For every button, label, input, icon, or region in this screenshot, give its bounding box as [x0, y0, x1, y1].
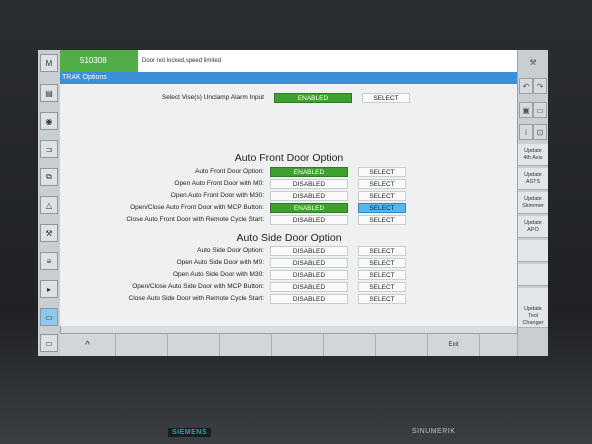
siemens-logo: SIEMENS: [168, 428, 212, 437]
screenshot-icon[interactable]: ⊡: [533, 124, 547, 140]
side-row-value: DISABLED: [270, 282, 348, 292]
front-row-value: ENABLED: [270, 203, 348, 213]
front-row-value: DISABLED: [270, 179, 348, 189]
front-row-value: DISABLED: [270, 191, 348, 201]
options-panel: Select Vise(s) Unclamp Alarm Input ENABL…: [60, 84, 518, 326]
side-row-label: Auto Side Door Option:: [197, 247, 264, 254]
side-row-value: DISABLED: [270, 258, 348, 268]
side-row-label: Open/Close Auto Side Door with MCP Butto…: [132, 283, 264, 290]
machine-icon[interactable]: ▤: [40, 84, 58, 102]
empty-softkey[interactable]: [376, 334, 428, 356]
sinumerik-icon[interactable]: ≡: [40, 252, 58, 270]
active-page-icon[interactable]: ▭: [40, 308, 58, 326]
alarm-triangle-icon[interactable]: △: [40, 196, 58, 214]
side-row-value: DISABLED: [270, 294, 348, 304]
redo-icon[interactable]: ↷: [533, 78, 547, 94]
front-row-1: Open Auto Front Door with M0: DISABLED S…: [60, 178, 518, 190]
empty-softkey[interactable]: [480, 334, 518, 356]
side-row-label: Close Auto Side Door with Remote Cycle S…: [128, 295, 264, 302]
arrow-right-icon[interactable]: ▸: [40, 280, 58, 298]
front-row-0: Auto Front Door Option: ENABLED SELECT: [60, 166, 518, 178]
side-row-value: DISABLED: [270, 270, 348, 280]
front-row-select-button[interactable]: SELECT: [358, 191, 406, 201]
front-row-2: Open Auto Front Door with M30: DISABLED …: [60, 190, 518, 202]
empty-softkey[interactable]: [518, 240, 548, 262]
right-softkey-bar: ⚒ ↶ ↷ ▣ ▭ i ⊡ Update 4th Axis Update AST…: [517, 50, 548, 356]
side-row-label: Open Auto Side Door with M30:: [172, 271, 264, 278]
front-door-section-title: Auto Front Door Option: [234, 152, 344, 164]
exit-softkey[interactable]: Exit: [428, 334, 480, 356]
page-up-softkey[interactable]: ^: [60, 334, 116, 356]
program-icon[interactable]: ⊐: [40, 140, 58, 158]
menu-select-label: M: [45, 58, 53, 68]
front-row-label: Auto Front Door Option:: [194, 168, 264, 175]
empty-softkey[interactable]: [324, 334, 376, 356]
side-row-value: DISABLED: [270, 246, 348, 256]
front-row-4: Close Auto Front Door with Remote Cycle …: [60, 214, 518, 226]
sinumerik-logo: SINUMERIK: [412, 428, 456, 435]
side-door-section-title: Auto Side Door Option: [236, 232, 342, 244]
update-tool-changer-softkey[interactable]: Update Tool Changer: [518, 306, 548, 328]
side-row-2: Open Auto Side Door with M30: DISABLED S…: [60, 269, 518, 281]
update-apo-softkey[interactable]: Update APO: [518, 216, 548, 238]
bottom-softkey-bar: ^ Exit: [60, 333, 518, 356]
screen-icon[interactable]: ▭: [40, 334, 58, 352]
hmi-screen: M ▤ ◉ ⊐ ⧉ △ ⚒ ≡ ▸ ▭ ▭ 510308 Door not lo…: [38, 50, 548, 356]
vise-label: Select Vise(s) Unclamp Alarm Input: [161, 94, 264, 101]
empty-softkey[interactable]: [168, 334, 220, 356]
side-row-select-button[interactable]: SELECT: [358, 246, 406, 256]
info-icon[interactable]: i: [519, 124, 533, 140]
vise-select-button[interactable]: SELECT: [362, 93, 410, 103]
front-row-select-button[interactable]: SELECT: [358, 203, 406, 213]
front-row-select-button[interactable]: SELECT: [358, 215, 406, 225]
window-icon[interactable]: ▣: [519, 102, 533, 118]
vise-row: Select Vise(s) Unclamp Alarm Input ENABL…: [60, 92, 518, 104]
empty-softkey[interactable]: [272, 334, 324, 356]
status-bar: 510308 Door not locked,speed limited: [60, 50, 518, 72]
window-title: TRAK Options: [60, 72, 518, 84]
empty-softkey[interactable]: [220, 334, 272, 356]
vise-value: ENABLED: [274, 93, 352, 103]
side-row-3: Open/Close Auto Side Door with MCP Butto…: [60, 281, 518, 293]
copy-icon[interactable]: ⧉: [40, 168, 58, 186]
front-row-value: DISABLED: [270, 215, 348, 225]
side-row-1: Open Auto Side Door with M0: DISABLED SE…: [60, 257, 518, 269]
side-row-0: Auto Side Door Option: DISABLED SELECT: [60, 245, 518, 257]
empty-softkey[interactable]: [116, 334, 168, 356]
front-row-label: Open Auto Front Door with M30:: [170, 192, 264, 199]
tools-icon[interactable]: ⚒: [518, 54, 548, 70]
front-row-select-button[interactable]: SELECT: [358, 167, 406, 177]
update-asts-softkey[interactable]: Update ASTS: [518, 168, 548, 190]
side-row-select-button[interactable]: SELECT: [358, 294, 406, 304]
update-4th-axis-softkey[interactable]: Update 4th Axis: [518, 144, 548, 166]
menu-select-button[interactable]: M: [40, 54, 58, 72]
front-row-select-button[interactable]: SELECT: [358, 179, 406, 189]
alarm-number[interactable]: 510308: [60, 50, 138, 72]
undo-icon[interactable]: ↶: [519, 78, 533, 94]
side-row-select-button[interactable]: SELECT: [358, 258, 406, 268]
side-row-label: Open Auto Side Door with M0:: [176, 259, 264, 266]
front-row-value: ENABLED: [270, 167, 348, 177]
side-row-select-button[interactable]: SELECT: [358, 282, 406, 292]
tool-offset-icon[interactable]: ◉: [40, 112, 58, 130]
display-icon[interactable]: ▭: [533, 102, 547, 118]
front-row-label: Open Auto Front Door with M0:: [174, 180, 264, 187]
front-row-3: Open/Close Auto Front Door with MCP Butt…: [60, 202, 518, 214]
front-row-label: Open/Close Auto Front Door with MCP Butt…: [130, 204, 264, 211]
left-vertical-bar: M ▤ ◉ ⊐ ⧉ △ ⚒ ≡ ▸ ▭ ▭: [38, 50, 61, 356]
alarm-text: Door not locked,speed limited: [142, 58, 222, 64]
empty-softkey[interactable]: [518, 264, 548, 286]
wrench-icon[interactable]: ⚒: [40, 224, 58, 242]
front-row-label: Close Auto Front Door with Remote Cycle …: [126, 216, 264, 223]
update-skimmer-softkey[interactable]: Update Skimmer: [518, 192, 548, 214]
side-row-4: Close Auto Side Door with Remote Cycle S…: [60, 293, 518, 305]
side-row-select-button[interactable]: SELECT: [358, 270, 406, 280]
